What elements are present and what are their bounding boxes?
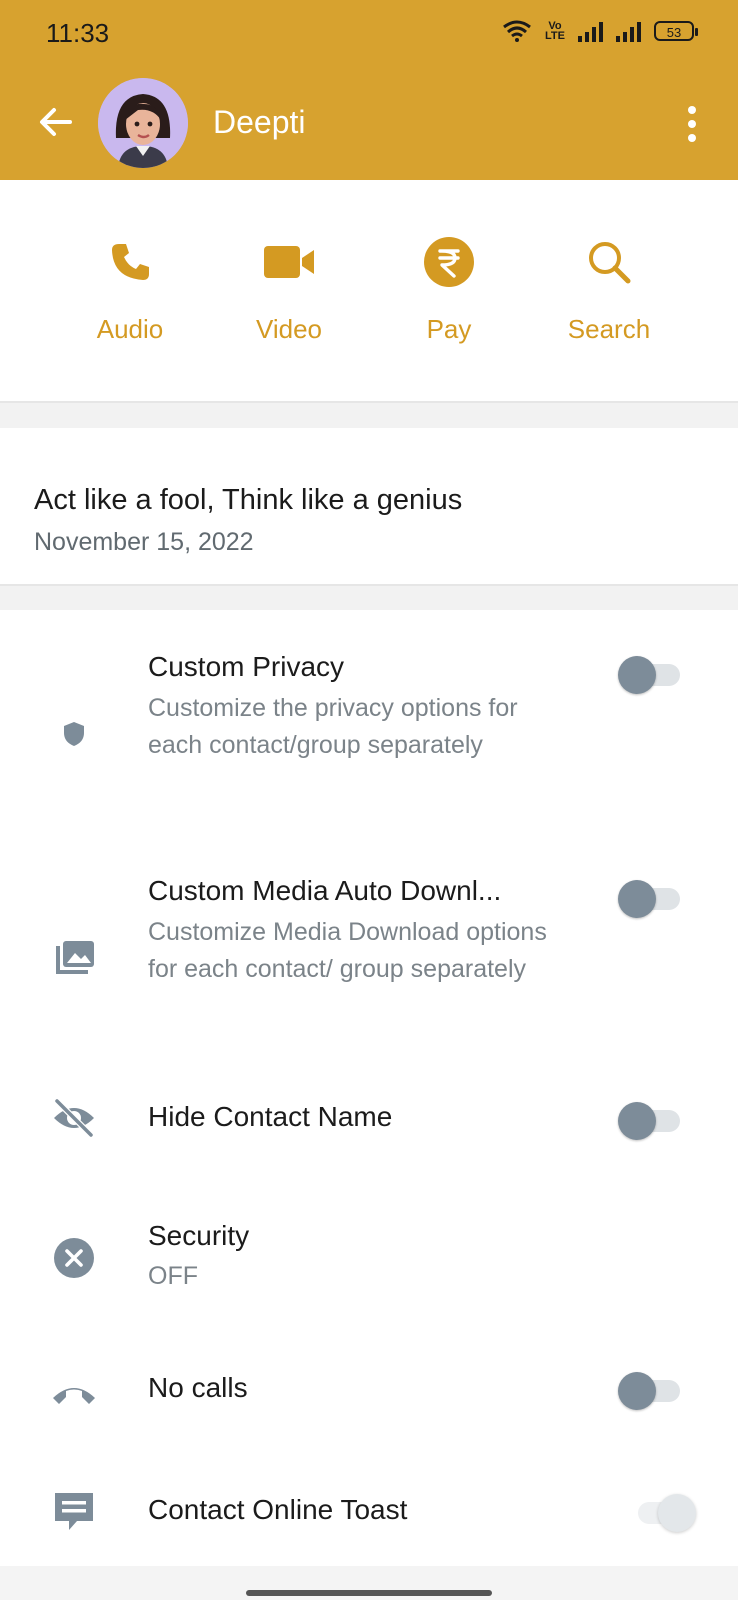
custom-privacy-subtitle: Customize the privacy options for each c… bbox=[148, 694, 518, 759]
more-vert-icon bbox=[688, 106, 696, 142]
back-button[interactable] bbox=[34, 100, 78, 144]
toggle-thumb bbox=[618, 656, 656, 694]
contact-online-toast-toggle[interactable] bbox=[632, 1492, 696, 1532]
video-label: Video bbox=[255, 314, 323, 344]
toggle-thumb bbox=[618, 1372, 656, 1410]
message-icon bbox=[50, 1488, 98, 1536]
signal-icon bbox=[578, 22, 603, 42]
security-row[interactable]: Security OFF bbox=[0, 1204, 738, 1314]
custom-privacy-title: Custom Privacy bbox=[148, 651, 345, 682]
hide-contact-name-toggle[interactable] bbox=[618, 1100, 682, 1140]
no-calls-toggle[interactable] bbox=[618, 1370, 682, 1410]
search-button[interactable]: Search bbox=[534, 230, 684, 345]
no-calls-title: No calls bbox=[148, 1372, 248, 1403]
home-indicator[interactable] bbox=[246, 1590, 492, 1596]
contact-online-toast-row[interactable]: Contact Online Toast bbox=[0, 1458, 738, 1566]
video-call-button[interactable]: Video bbox=[214, 230, 364, 345]
shield-icon bbox=[50, 710, 98, 758]
hide-contact-name-row[interactable]: Hide Contact Name bbox=[0, 1064, 738, 1182]
about-section[interactable]: Act like a fool, Think like a genius Nov… bbox=[0, 428, 738, 584]
search-label: Search bbox=[567, 314, 651, 344]
pay-button[interactable]: Pay bbox=[374, 230, 524, 345]
rupee-icon bbox=[424, 237, 474, 287]
status-time: 11:33 bbox=[46, 18, 110, 48]
navigation-bar bbox=[0, 1566, 738, 1600]
toggle-thumb bbox=[658, 1494, 696, 1532]
custom-privacy-toggle[interactable] bbox=[618, 654, 682, 694]
audio-call-button[interactable]: Audio bbox=[55, 230, 205, 345]
search-icon bbox=[589, 242, 631, 284]
video-camera-icon bbox=[264, 246, 314, 278]
pay-label: Pay bbox=[426, 314, 472, 344]
volte-label: Vo LTE bbox=[545, 20, 565, 42]
security-title: Security bbox=[148, 1220, 250, 1251]
toggle-thumb bbox=[618, 1102, 656, 1140]
custom-media-subtitle: Customize Media Download options for eac… bbox=[148, 918, 547, 983]
custom-privacy-row[interactable]: Custom Privacy Customize the privacy opt… bbox=[0, 610, 738, 810]
security-status: OFF bbox=[148, 1262, 198, 1290]
custom-media-auto-download-row[interactable]: Custom Media Auto Downl... Customize Med… bbox=[0, 834, 738, 1034]
battery-icon: 53 bbox=[654, 21, 698, 41]
section-gap bbox=[0, 403, 738, 428]
wifi-icon bbox=[503, 20, 531, 42]
status-icons: Vo LTE 53 bbox=[502, 20, 698, 42]
section-gap bbox=[0, 586, 738, 610]
hide-contact-name-title: Hide Contact Name bbox=[148, 1101, 393, 1132]
more-options-button[interactable] bbox=[684, 102, 700, 146]
app-bar: Deepti bbox=[0, 66, 738, 180]
close-circle-icon bbox=[50, 1234, 98, 1282]
custom-media-toggle[interactable] bbox=[618, 878, 682, 918]
toggle-thumb bbox=[618, 880, 656, 918]
status-bar: 11:33 Vo LTE 53 bbox=[0, 0, 738, 66]
arrow-back-icon bbox=[40, 108, 72, 136]
eye-off-icon bbox=[50, 1094, 98, 1142]
contact-online-toast-title: Contact Online Toast bbox=[148, 1494, 408, 1525]
call-end-icon bbox=[50, 1370, 98, 1418]
contact-actions: Audio Video Pay Search bbox=[0, 180, 738, 402]
audio-label: Audio bbox=[96, 314, 164, 344]
custom-media-title: Custom Media Auto Downl... bbox=[148, 875, 502, 906]
no-calls-row[interactable]: No calls bbox=[0, 1338, 738, 1448]
avatar[interactable] bbox=[98, 78, 188, 168]
phone-icon bbox=[112, 244, 149, 280]
about-date: November 15, 2022 bbox=[34, 528, 254, 556]
contact-name[interactable]: Deepti bbox=[213, 104, 306, 141]
signal-icon-2 bbox=[616, 22, 641, 42]
media-library-icon bbox=[50, 934, 98, 982]
avatar-image bbox=[98, 78, 188, 168]
about-text: Act like a fool, Think like a genius bbox=[34, 484, 463, 516]
